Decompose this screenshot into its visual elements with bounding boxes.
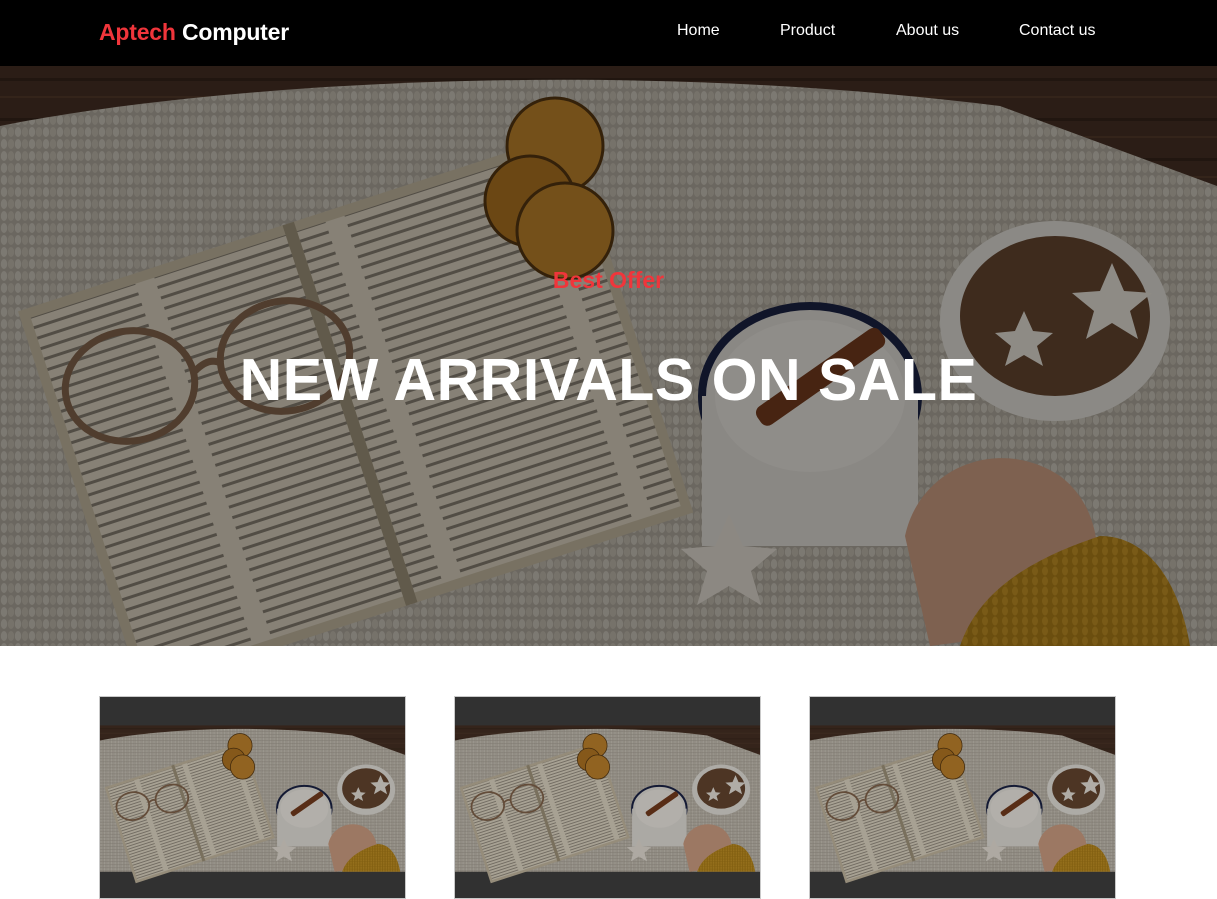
product-card-3[interactable] (809, 696, 1116, 899)
brand-secondary-text: Computer (181, 19, 289, 45)
product-card-1[interactable] (99, 696, 406, 899)
product-image-overlay (810, 697, 1115, 898)
hero-title: NEW ARRIVALS ON SALE (239, 347, 978, 413)
hero-banner: Best Offer NEW ARRIVALS ON SALE (0, 66, 1217, 646)
brand-logo[interactable]: Aptech Computer (99, 17, 289, 47)
hero-kicker-text: Best Offer (552, 267, 665, 293)
nav-link-about-us[interactable]: About us (896, 21, 959, 41)
product-image-overlay (455, 697, 760, 898)
nav-link-contact-us[interactable]: Contact us (1019, 21, 1095, 41)
brand-primary-text: Aptech (99, 19, 176, 45)
product-image-overlay (100, 697, 405, 898)
nav-link-home[interactable]: Home (677, 21, 720, 41)
nav-link-product[interactable]: Product (780, 21, 835, 41)
product-card-2[interactable] (454, 696, 761, 899)
top-navbar: Aptech Computer Home Product About us Co… (0, 0, 1217, 66)
